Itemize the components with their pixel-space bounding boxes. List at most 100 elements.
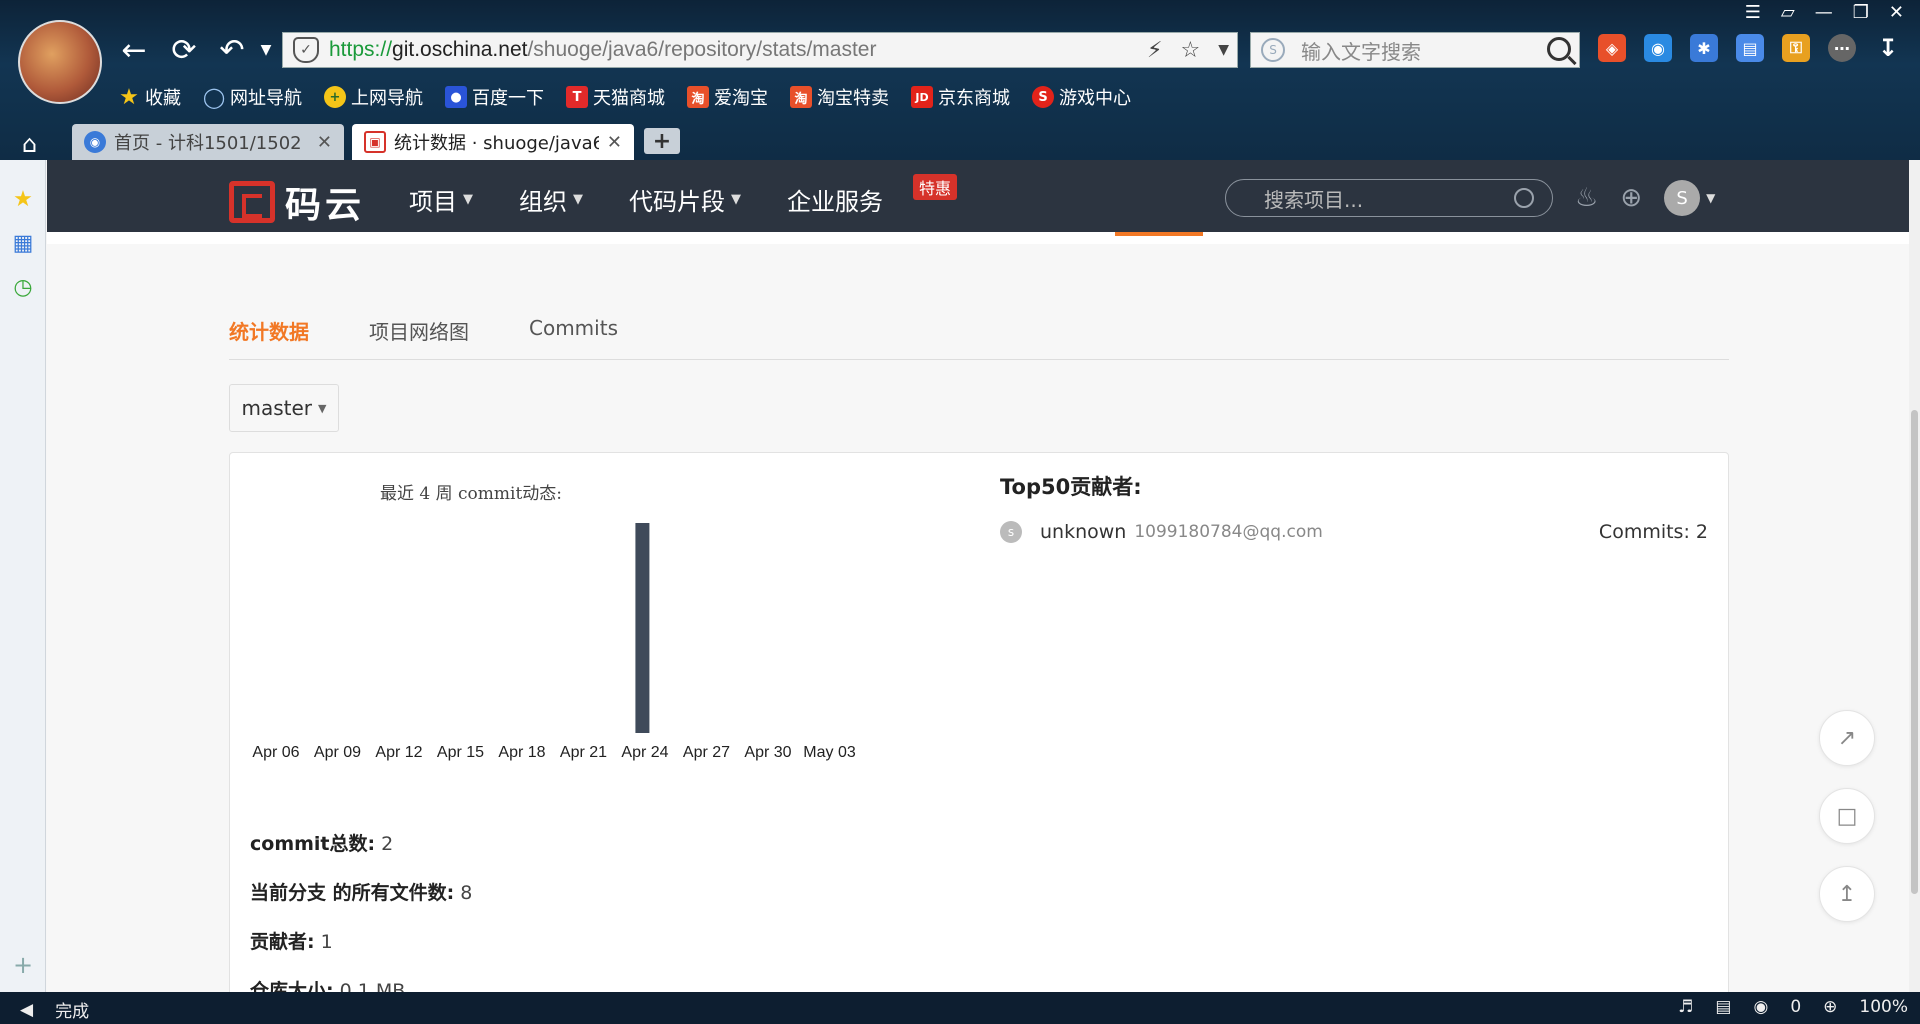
chart-title: 最近 4 周 commit动态: xyxy=(380,484,563,504)
new-tab-button[interactable]: + xyxy=(644,128,680,154)
add-circle-icon[interactable]: ⊕ xyxy=(1620,183,1642,213)
bookmark-label: 百度一下 xyxy=(472,88,544,109)
menu-enterprise[interactable]: 企业服务 xyxy=(787,182,883,217)
sidebar-add-icon[interactable]: + xyxy=(10,951,36,979)
share-icon[interactable]: ↗ xyxy=(1819,710,1875,766)
screenshot-icon[interactable]: ◉ xyxy=(1644,34,1672,62)
project-search-placeholder: 搜索项目... xyxy=(1264,187,1364,212)
search-icon[interactable] xyxy=(1547,37,1571,61)
url-protocol: https:// xyxy=(329,38,393,61)
commit-bar xyxy=(635,523,650,733)
bookmark-star-icon[interactable]: ☆ xyxy=(1180,38,1200,63)
zoom-icon[interactable]: ⊕ xyxy=(1823,997,1837,1017)
bookmark-item[interactable]: JD 京东商城 xyxy=(911,84,1010,110)
x-tick-label: Apr 18 xyxy=(498,744,545,761)
user-avatar[interactable]: S xyxy=(1664,180,1701,216)
status-text: 完成 xyxy=(55,1002,90,1022)
menu-icon[interactable]: ☰ xyxy=(1745,2,1761,23)
stat-key: 仓库大小: xyxy=(250,980,334,992)
restore-icon[interactable]: ❐ xyxy=(1853,2,1869,23)
taobao-sale-icon: 淘 xyxy=(790,86,812,108)
bookmark-label: 淘宝特卖 xyxy=(817,88,889,109)
site-logo[interactable]: 码云 xyxy=(229,176,365,228)
tab-label: 首页 - 计科1501/1502 xyxy=(114,133,302,154)
lightning-icon[interactable]: ⚡ xyxy=(1147,38,1162,63)
download-icon[interactable]: ↧ xyxy=(1874,34,1902,62)
bookmark-label: 收藏 xyxy=(145,88,181,109)
undo-icon[interactable]: ↶ xyxy=(214,32,250,68)
extension-puzzle-icon[interactable]: ✱ xyxy=(1690,34,1718,62)
back-arrow-icon[interactable]: ← xyxy=(116,32,152,68)
favorites-star-icon[interactable]: ★ xyxy=(10,186,36,212)
search-icon[interactable] xyxy=(1514,188,1534,208)
browser-user-avatar[interactable] xyxy=(18,20,102,104)
close-window-icon[interactable]: ✕ xyxy=(1889,2,1904,23)
network-icon[interactable]: ▤ xyxy=(1715,997,1731,1017)
volume-icon[interactable]: ♬ xyxy=(1678,997,1693,1017)
bookmark-item[interactable]: ★ 收藏 xyxy=(118,84,181,110)
home-icon[interactable]: ⌂ xyxy=(22,130,52,158)
menu-label: 组织 xyxy=(519,188,567,216)
bookmark-item[interactable]: 淘淘宝特卖 xyxy=(790,84,889,110)
browser-chrome: ← ⟳ ↶ ▼ ✓ https://git.oschina.net/shuoge… xyxy=(0,0,1920,160)
bookmark-item[interactable]: 淘爱淘宝 xyxy=(687,84,768,110)
stats-tabs: 统计数据 项目网络图 Commits xyxy=(229,314,1729,360)
url-dropdown-icon[interactable]: ▼ xyxy=(1218,42,1229,58)
page-scrollbar[interactable] xyxy=(1909,160,1920,992)
project-search-input[interactable]: 搜索项目... xyxy=(1225,179,1553,217)
stat-key: commit总数: xyxy=(250,833,376,855)
floating-actions: ↗ □ ↥ xyxy=(1819,710,1875,922)
contributor-name[interactable]: unknown xyxy=(1040,521,1126,543)
contributor-avatar[interactable]: s xyxy=(1000,521,1022,543)
undo-dropdown-icon[interactable]: ▼ xyxy=(248,32,284,68)
address-bar[interactable]: ✓ https://git.oschina.net/shuoge/java6/r… xyxy=(282,32,1238,68)
stat-commit-total: commit总数: 2 xyxy=(250,829,472,856)
refresh-icon[interactable]: ⟳ xyxy=(166,32,202,68)
sidebar-toggle-icon[interactable]: ◀ xyxy=(20,1000,33,1020)
feedback-comment-icon[interactable]: □ xyxy=(1819,788,1875,844)
bell-icon[interactable]: ♨ xyxy=(1575,183,1598,213)
browser-search-box[interactable]: S 输入文字搜索 xyxy=(1250,32,1580,68)
x-tick-label: Apr 21 xyxy=(560,744,607,761)
menu-snippets[interactable]: 代码片段 ▼ xyxy=(629,182,741,217)
scrollbar-thumb[interactable] xyxy=(1911,410,1918,894)
close-tab-icon[interactable]: ✕ xyxy=(317,132,332,153)
caret-down-icon: ▼ xyxy=(573,192,583,207)
tab-network-graph[interactable]: 项目网络图 xyxy=(369,314,469,359)
stat-value: 0.1 MB xyxy=(339,980,406,992)
tab-statistics[interactable]: 统计数据 xyxy=(229,314,309,359)
bookmark-item[interactable]: + 上网导航 xyxy=(324,84,423,110)
close-tab-icon[interactable]: ✕ xyxy=(607,132,622,153)
plus-circle-icon: + xyxy=(324,86,346,108)
url-host: git.oschina.net xyxy=(392,38,528,61)
adblock-icon[interactable]: ◉ xyxy=(1753,997,1768,1017)
bookmark-item[interactable]: T 天猫商城 xyxy=(566,84,665,110)
bookmark-item[interactable]: ◯ 网址导航 xyxy=(203,84,302,110)
gitee-logo-icon xyxy=(229,181,275,223)
page-viewport: 码云 项目 ▼ 组织 ▼ 代码片段 ▼ 企业服务 特惠 搜索项目... ♨ ⊕ S ▼… xyxy=(47,160,1909,992)
browser-tab[interactable]: ◉ 首页 - 计科1501/1502 ✕ xyxy=(72,124,344,160)
tmall-icon: T xyxy=(566,86,588,108)
clipboard-icon[interactable]: ▤ xyxy=(1736,34,1764,62)
branch-selector[interactable]: master ▼ xyxy=(229,384,339,432)
baidu-paw-icon: ● xyxy=(445,86,467,108)
minimize-icon[interactable]: — xyxy=(1815,2,1833,23)
zoom-level[interactable]: 100% xyxy=(1859,997,1908,1017)
star-icon: ★ xyxy=(119,84,139,110)
weibo-icon[interactable]: ◈ xyxy=(1598,34,1626,62)
game-icon: S xyxy=(1032,86,1054,108)
menu-projects[interactable]: 项目 ▼ xyxy=(409,182,473,217)
bookmark-item[interactable]: S 游戏中心 xyxy=(1032,84,1131,110)
bookmark-item[interactable]: ● 百度一下 xyxy=(445,84,544,110)
history-clock-icon[interactable]: ◷ xyxy=(10,274,36,300)
back-to-top-icon[interactable]: ↥ xyxy=(1819,866,1875,922)
skin-icon[interactable]: ▱ xyxy=(1781,2,1795,23)
key-icon[interactable]: ⚿ xyxy=(1782,34,1810,62)
search-placeholder: 输入文字搜索 xyxy=(1301,39,1421,64)
menu-organizations[interactable]: 组织 ▼ xyxy=(519,182,583,217)
caret-down-icon[interactable]: ▼ xyxy=(1706,191,1715,205)
more-icon[interactable]: ⋯ xyxy=(1828,34,1856,62)
browser-tab-active[interactable]: ▣ 统计数据 · shuoge/java6 ✕ xyxy=(352,124,634,160)
tab-commits[interactable]: Commits xyxy=(529,314,618,359)
reader-icon[interactable]: ▦ xyxy=(10,230,36,256)
